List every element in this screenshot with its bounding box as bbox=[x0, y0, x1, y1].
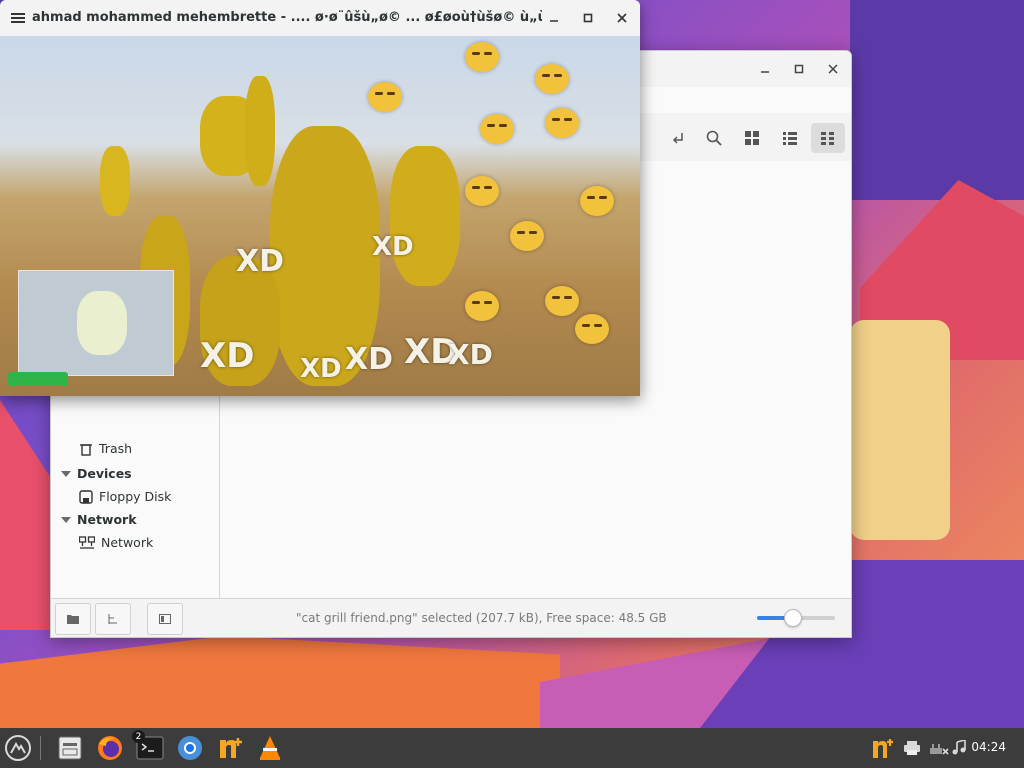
image-figure bbox=[390, 146, 460, 286]
printer-icon bbox=[904, 741, 920, 755]
zoom-slider-handle[interactable] bbox=[784, 609, 803, 627]
update-icon bbox=[873, 739, 893, 758]
app-menu-icon bbox=[5, 735, 31, 761]
search-icon bbox=[706, 130, 722, 146]
vlc-launcher[interactable] bbox=[254, 732, 286, 764]
zoom-slider[interactable] bbox=[757, 609, 835, 627]
image-viewer-window: ahmad mohammed mehembrette - .... ø·ø¨ûš… bbox=[0, 0, 640, 396]
vlc-icon bbox=[260, 736, 280, 760]
chromium-launcher[interactable] bbox=[174, 732, 206, 764]
laughing-face-icon bbox=[510, 221, 544, 251]
compact-view-icon bbox=[821, 132, 834, 145]
search-button[interactable] bbox=[697, 123, 731, 153]
clock[interactable]: 04:24 bbox=[971, 740, 1006, 754]
folder-icon bbox=[67, 615, 79, 624]
chromium-icon bbox=[178, 736, 202, 760]
laughing-face-icon bbox=[465, 176, 499, 206]
status-bar: "cat grill friend.png" selected (207.7 k… bbox=[51, 598, 851, 637]
path-bar-toggle-button[interactable] bbox=[661, 123, 695, 153]
network-status-indicator[interactable] bbox=[928, 738, 950, 758]
image-figure bbox=[245, 76, 275, 186]
laughing-face-icon bbox=[465, 291, 499, 321]
places-view-button[interactable] bbox=[55, 603, 91, 635]
trash-icon bbox=[80, 443, 92, 456]
sidebar-item-label: Network bbox=[101, 535, 154, 550]
xd-label: XD bbox=[448, 338, 493, 371]
image-inset bbox=[18, 270, 174, 376]
audio-icon bbox=[952, 740, 966, 755]
green-sticker bbox=[8, 372, 68, 386]
minimize-icon[interactable] bbox=[544, 8, 564, 28]
sidebar-toggle-button[interactable] bbox=[147, 603, 183, 635]
image-viewer-titlebar[interactable]: ahmad mohammed mehembrette - .... ø·ø¨ûš… bbox=[0, 0, 640, 36]
grid-view-button[interactable] bbox=[735, 123, 769, 153]
close-icon[interactable] bbox=[612, 8, 632, 28]
sidebar-heading: Network bbox=[77, 512, 137, 527]
tree-icon bbox=[108, 614, 117, 624]
taskbar: 2 04:24 bbox=[0, 728, 1024, 768]
firefox-icon bbox=[98, 736, 122, 760]
sidebar-item-trash[interactable]: Trash bbox=[79, 441, 132, 456]
image-figure bbox=[100, 146, 130, 216]
displayed-image[interactable]: XD XD XD XD XD XD XD bbox=[0, 36, 640, 396]
laughing-face-icon bbox=[368, 82, 402, 112]
expander-icon bbox=[61, 470, 71, 477]
laughing-face-icon bbox=[545, 286, 579, 316]
expander-icon bbox=[61, 516, 71, 523]
sidebar-toggle-icon bbox=[159, 614, 171, 624]
window-title: ahmad mohammed mehembrette - .... ø·ø¨ûš… bbox=[32, 10, 542, 25]
xd-label: XD bbox=[345, 342, 394, 377]
window-count-badge: 2 bbox=[132, 730, 145, 743]
sidebar-item-label: Floppy Disk bbox=[99, 489, 172, 504]
xd-label: XD bbox=[236, 244, 285, 279]
minimize-icon[interactable] bbox=[755, 59, 775, 79]
list-view-button[interactable] bbox=[773, 123, 807, 153]
laughing-face-icon bbox=[480, 114, 514, 144]
sidebar-section-network[interactable]: Network bbox=[61, 512, 137, 527]
sidebar-item-floppy-disk[interactable]: Floppy Disk bbox=[79, 489, 171, 504]
grid-view-icon bbox=[745, 131, 759, 145]
update-manager-launcher[interactable] bbox=[214, 732, 246, 764]
firefox-launcher[interactable] bbox=[94, 732, 126, 764]
app-menu-button[interactable] bbox=[2, 732, 34, 764]
xd-label: XD bbox=[372, 232, 414, 262]
laughing-face-icon bbox=[465, 42, 499, 72]
maximize-icon[interactable] bbox=[789, 59, 809, 79]
laughing-face-icon bbox=[535, 64, 569, 94]
cat-figure bbox=[77, 291, 127, 355]
file-manager-launcher[interactable] bbox=[54, 732, 86, 764]
xd-label: XD bbox=[200, 336, 255, 376]
enter-icon bbox=[672, 133, 683, 144]
laughing-face-icon bbox=[545, 108, 579, 138]
xd-label: XD bbox=[300, 354, 342, 384]
sidebar-item-network[interactable]: Network bbox=[79, 535, 153, 550]
wallpaper-shape bbox=[850, 0, 1024, 200]
wallpaper-shape bbox=[850, 320, 950, 540]
network-icon bbox=[79, 535, 95, 549]
sidebar-item-label: Trash bbox=[99, 441, 133, 456]
taskbar-separator bbox=[40, 736, 41, 760]
update-indicator[interactable] bbox=[870, 738, 896, 758]
status-text: "cat grill friend.png" selected (207.7 k… bbox=[296, 611, 667, 625]
close-icon[interactable] bbox=[823, 59, 843, 79]
wallpaper-shape bbox=[0, 636, 560, 728]
tree-view-button[interactable] bbox=[95, 603, 131, 635]
list-view-icon bbox=[783, 132, 797, 145]
network-status-icon bbox=[930, 744, 949, 755]
compact-view-button[interactable] bbox=[811, 123, 845, 153]
update-icon bbox=[220, 738, 242, 758]
maximize-icon[interactable] bbox=[578, 8, 598, 28]
audio-indicator[interactable] bbox=[950, 738, 970, 758]
sidebar-heading: Devices bbox=[77, 466, 132, 481]
printer-indicator[interactable] bbox=[902, 738, 922, 758]
sidebar-section-devices[interactable]: Devices bbox=[61, 466, 132, 481]
laughing-face-icon bbox=[580, 186, 614, 216]
floppy-icon bbox=[79, 489, 93, 504]
file-manager-icon bbox=[58, 736, 82, 760]
laughing-face-icon bbox=[575, 314, 609, 344]
menu-icon[interactable] bbox=[8, 8, 28, 28]
